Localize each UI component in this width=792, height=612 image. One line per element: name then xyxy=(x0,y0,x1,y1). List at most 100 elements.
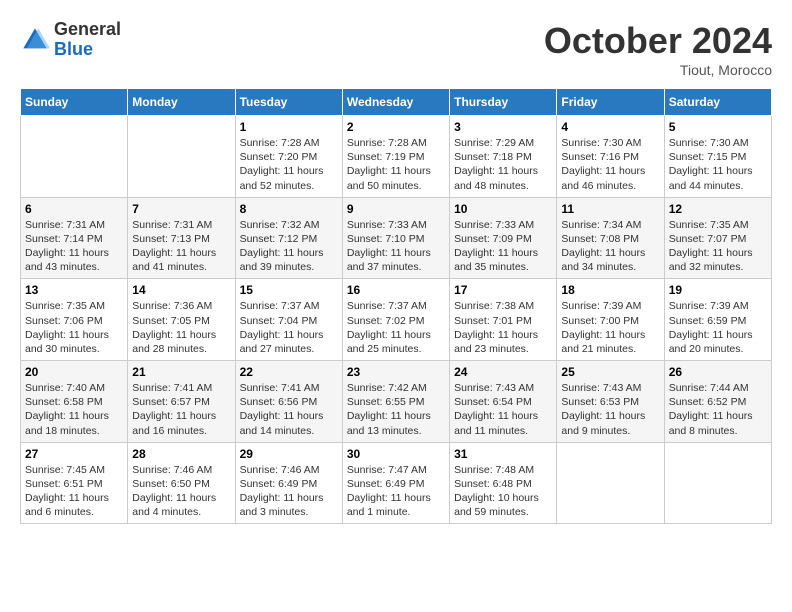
day-header-thursday: Thursday xyxy=(450,89,557,116)
calendar-cell: 3 Sunrise: 7:29 AM Sunset: 7:18 PM Daylig… xyxy=(450,116,557,198)
logo-blue: Blue xyxy=(54,40,121,60)
day-info: Sunrise: 7:45 AM Sunset: 6:51 PM Dayligh… xyxy=(25,463,123,520)
day-number: 3 xyxy=(454,120,552,134)
day-number: 10 xyxy=(454,202,552,216)
week-row-2: 6Sunrise: 7:31 AM Sunset: 7:14 PM Daylig… xyxy=(21,197,772,279)
calendar-cell: 21 Sunrise: 7:41 AM Sunset: 6:57 PM Dayli… xyxy=(128,361,235,443)
day-number: 25 xyxy=(561,365,659,379)
logo: General Blue xyxy=(20,20,121,60)
day-header-friday: Friday xyxy=(557,89,664,116)
day-number: 12 xyxy=(669,202,767,216)
calendar-cell: 1 Sunrise: 7:28 AM Sunset: 7:20 PM Daylig… xyxy=(235,116,342,198)
day-number: 31 xyxy=(454,447,552,461)
calendar-cell: 28 Sunrise: 7:46 AM Sunset: 6:50 PM Dayli… xyxy=(128,442,235,524)
calendar-cell: 16 Sunrise: 7:37 AM Sunset: 7:02 PM Dayli… xyxy=(342,279,449,361)
day-info: Sunrise: 7:35 AM Sunset: 7:06 PM Dayligh… xyxy=(25,299,123,356)
page-header: General Blue October 2024 Tiout, Morocco xyxy=(20,20,772,78)
week-row-3: 13 Sunrise: 7:35 AM Sunset: 7:06 PM Dayli… xyxy=(21,279,772,361)
day-info: Sunrise: 7:47 AM Sunset: 6:49 PM Dayligh… xyxy=(347,463,445,520)
title-block: October 2024 Tiout, Morocco xyxy=(544,20,772,78)
month-title: October 2024 xyxy=(544,20,772,62)
calendar-cell: 8Sunrise: 7:32 AM Sunset: 7:12 PM Daylig… xyxy=(235,197,342,279)
calendar-cell: 12 Sunrise: 7:35 AM Sunset: 7:07 PM Dayli… xyxy=(664,197,771,279)
day-header-wednesday: Wednesday xyxy=(342,89,449,116)
calendar-cell: 9 Sunrise: 7:33 AM Sunset: 7:10 PM Daylig… xyxy=(342,197,449,279)
day-header-monday: Monday xyxy=(128,89,235,116)
logo-general: General xyxy=(54,20,121,40)
day-info: Sunrise: 7:44 AM Sunset: 6:52 PM Dayligh… xyxy=(669,381,767,438)
day-info: Sunrise: 7:40 AM Sunset: 6:58 PM Dayligh… xyxy=(25,381,123,438)
day-info: Sunrise: 7:38 AM Sunset: 7:01 PM Dayligh… xyxy=(454,299,552,356)
calendar-cell: 27 Sunrise: 7:45 AM Sunset: 6:51 PM Dayli… xyxy=(21,442,128,524)
day-number: 16 xyxy=(347,283,445,297)
calendar-cell xyxy=(557,442,664,524)
day-info: Sunrise: 7:43 AM Sunset: 6:53 PM Dayligh… xyxy=(561,381,659,438)
day-header-sunday: Sunday xyxy=(21,89,128,116)
day-info: Sunrise: 7:30 AM Sunset: 7:16 PM Dayligh… xyxy=(561,136,659,193)
day-number: 4 xyxy=(561,120,659,134)
day-number: 14 xyxy=(132,283,230,297)
day-header-saturday: Saturday xyxy=(664,89,771,116)
calendar-cell: 4 Sunrise: 7:30 AM Sunset: 7:16 PM Daylig… xyxy=(557,116,664,198)
calendar-cell: 30 Sunrise: 7:47 AM Sunset: 6:49 PM Dayli… xyxy=(342,442,449,524)
day-info: Sunrise: 7:42 AM Sunset: 6:55 PM Dayligh… xyxy=(347,381,445,438)
day-info: Sunrise: 7:48 AM Sunset: 6:48 PM Dayligh… xyxy=(454,463,552,520)
week-row-4: 20Sunrise: 7:40 AM Sunset: 6:58 PM Dayli… xyxy=(21,361,772,443)
day-info: Sunrise: 7:35 AM Sunset: 7:07 PM Dayligh… xyxy=(669,218,767,275)
calendar-cell: 22Sunrise: 7:41 AM Sunset: 6:56 PM Dayli… xyxy=(235,361,342,443)
day-number: 28 xyxy=(132,447,230,461)
day-number: 6 xyxy=(25,202,123,216)
day-number: 27 xyxy=(25,447,123,461)
day-number: 5 xyxy=(669,120,767,134)
day-info: Sunrise: 7:39 AM Sunset: 6:59 PM Dayligh… xyxy=(669,299,767,356)
day-info: Sunrise: 7:30 AM Sunset: 7:15 PM Dayligh… xyxy=(669,136,767,193)
day-info: Sunrise: 7:28 AM Sunset: 7:20 PM Dayligh… xyxy=(240,136,338,193)
day-number: 29 xyxy=(240,447,338,461)
calendar-cell: 11 Sunrise: 7:34 AM Sunset: 7:08 PM Dayli… xyxy=(557,197,664,279)
day-info: Sunrise: 7:34 AM Sunset: 7:08 PM Dayligh… xyxy=(561,218,659,275)
day-header-tuesday: Tuesday xyxy=(235,89,342,116)
calendar: SundayMondayTuesdayWednesdayThursdayFrid… xyxy=(20,88,772,524)
week-row-1: 1 Sunrise: 7:28 AM Sunset: 7:20 PM Daylig… xyxy=(21,116,772,198)
week-row-5: 27 Sunrise: 7:45 AM Sunset: 6:51 PM Dayli… xyxy=(21,442,772,524)
calendar-cell xyxy=(128,116,235,198)
day-info: Sunrise: 7:37 AM Sunset: 7:02 PM Dayligh… xyxy=(347,299,445,356)
day-info: Sunrise: 7:33 AM Sunset: 7:10 PM Dayligh… xyxy=(347,218,445,275)
calendar-cell: 25 Sunrise: 7:43 AM Sunset: 6:53 PM Dayli… xyxy=(557,361,664,443)
calendar-cell: 23Sunrise: 7:42 AM Sunset: 6:55 PM Dayli… xyxy=(342,361,449,443)
calendar-cell: 5 Sunrise: 7:30 AM Sunset: 7:15 PM Daylig… xyxy=(664,116,771,198)
calendar-cell: 31 Sunrise: 7:48 AM Sunset: 6:48 PM Dayli… xyxy=(450,442,557,524)
calendar-cell: 17Sunrise: 7:38 AM Sunset: 7:01 PM Dayli… xyxy=(450,279,557,361)
day-number: 30 xyxy=(347,447,445,461)
day-info: Sunrise: 7:31 AM Sunset: 7:13 PM Dayligh… xyxy=(132,218,230,275)
day-info: Sunrise: 7:29 AM Sunset: 7:18 PM Dayligh… xyxy=(454,136,552,193)
day-number: 18 xyxy=(561,283,659,297)
day-number: 13 xyxy=(25,283,123,297)
day-number: 21 xyxy=(132,365,230,379)
calendar-cell: 29Sunrise: 7:46 AM Sunset: 6:49 PM Dayli… xyxy=(235,442,342,524)
day-info: Sunrise: 7:32 AM Sunset: 7:12 PM Dayligh… xyxy=(240,218,338,275)
day-number: 7 xyxy=(132,202,230,216)
calendar-header: SundayMondayTuesdayWednesdayThursdayFrid… xyxy=(21,89,772,116)
calendar-cell: 10 Sunrise: 7:33 AM Sunset: 7:09 PM Dayli… xyxy=(450,197,557,279)
calendar-cell: 20Sunrise: 7:40 AM Sunset: 6:58 PM Dayli… xyxy=(21,361,128,443)
day-info: Sunrise: 7:41 AM Sunset: 6:56 PM Dayligh… xyxy=(240,381,338,438)
calendar-cell xyxy=(21,116,128,198)
calendar-cell: 13 Sunrise: 7:35 AM Sunset: 7:06 PM Dayli… xyxy=(21,279,128,361)
calendar-cell: 26Sunrise: 7:44 AM Sunset: 6:52 PM Dayli… xyxy=(664,361,771,443)
calendar-cell: 24 Sunrise: 7:43 AM Sunset: 6:54 PM Dayli… xyxy=(450,361,557,443)
day-number: 2 xyxy=(347,120,445,134)
day-number: 11 xyxy=(561,202,659,216)
day-number: 24 xyxy=(454,365,552,379)
day-info: Sunrise: 7:41 AM Sunset: 6:57 PM Dayligh… xyxy=(132,381,230,438)
calendar-body: 1 Sunrise: 7:28 AM Sunset: 7:20 PM Daylig… xyxy=(21,116,772,524)
day-info: Sunrise: 7:46 AM Sunset: 6:50 PM Dayligh… xyxy=(132,463,230,520)
day-number: 9 xyxy=(347,202,445,216)
day-number: 1 xyxy=(240,120,338,134)
calendar-cell: 15Sunrise: 7:37 AM Sunset: 7:04 PM Dayli… xyxy=(235,279,342,361)
calendar-cell: 7 Sunrise: 7:31 AM Sunset: 7:13 PM Daylig… xyxy=(128,197,235,279)
day-number: 15 xyxy=(240,283,338,297)
day-info: Sunrise: 7:28 AM Sunset: 7:19 PM Dayligh… xyxy=(347,136,445,193)
day-info: Sunrise: 7:43 AM Sunset: 6:54 PM Dayligh… xyxy=(454,381,552,438)
day-info: Sunrise: 7:33 AM Sunset: 7:09 PM Dayligh… xyxy=(454,218,552,275)
